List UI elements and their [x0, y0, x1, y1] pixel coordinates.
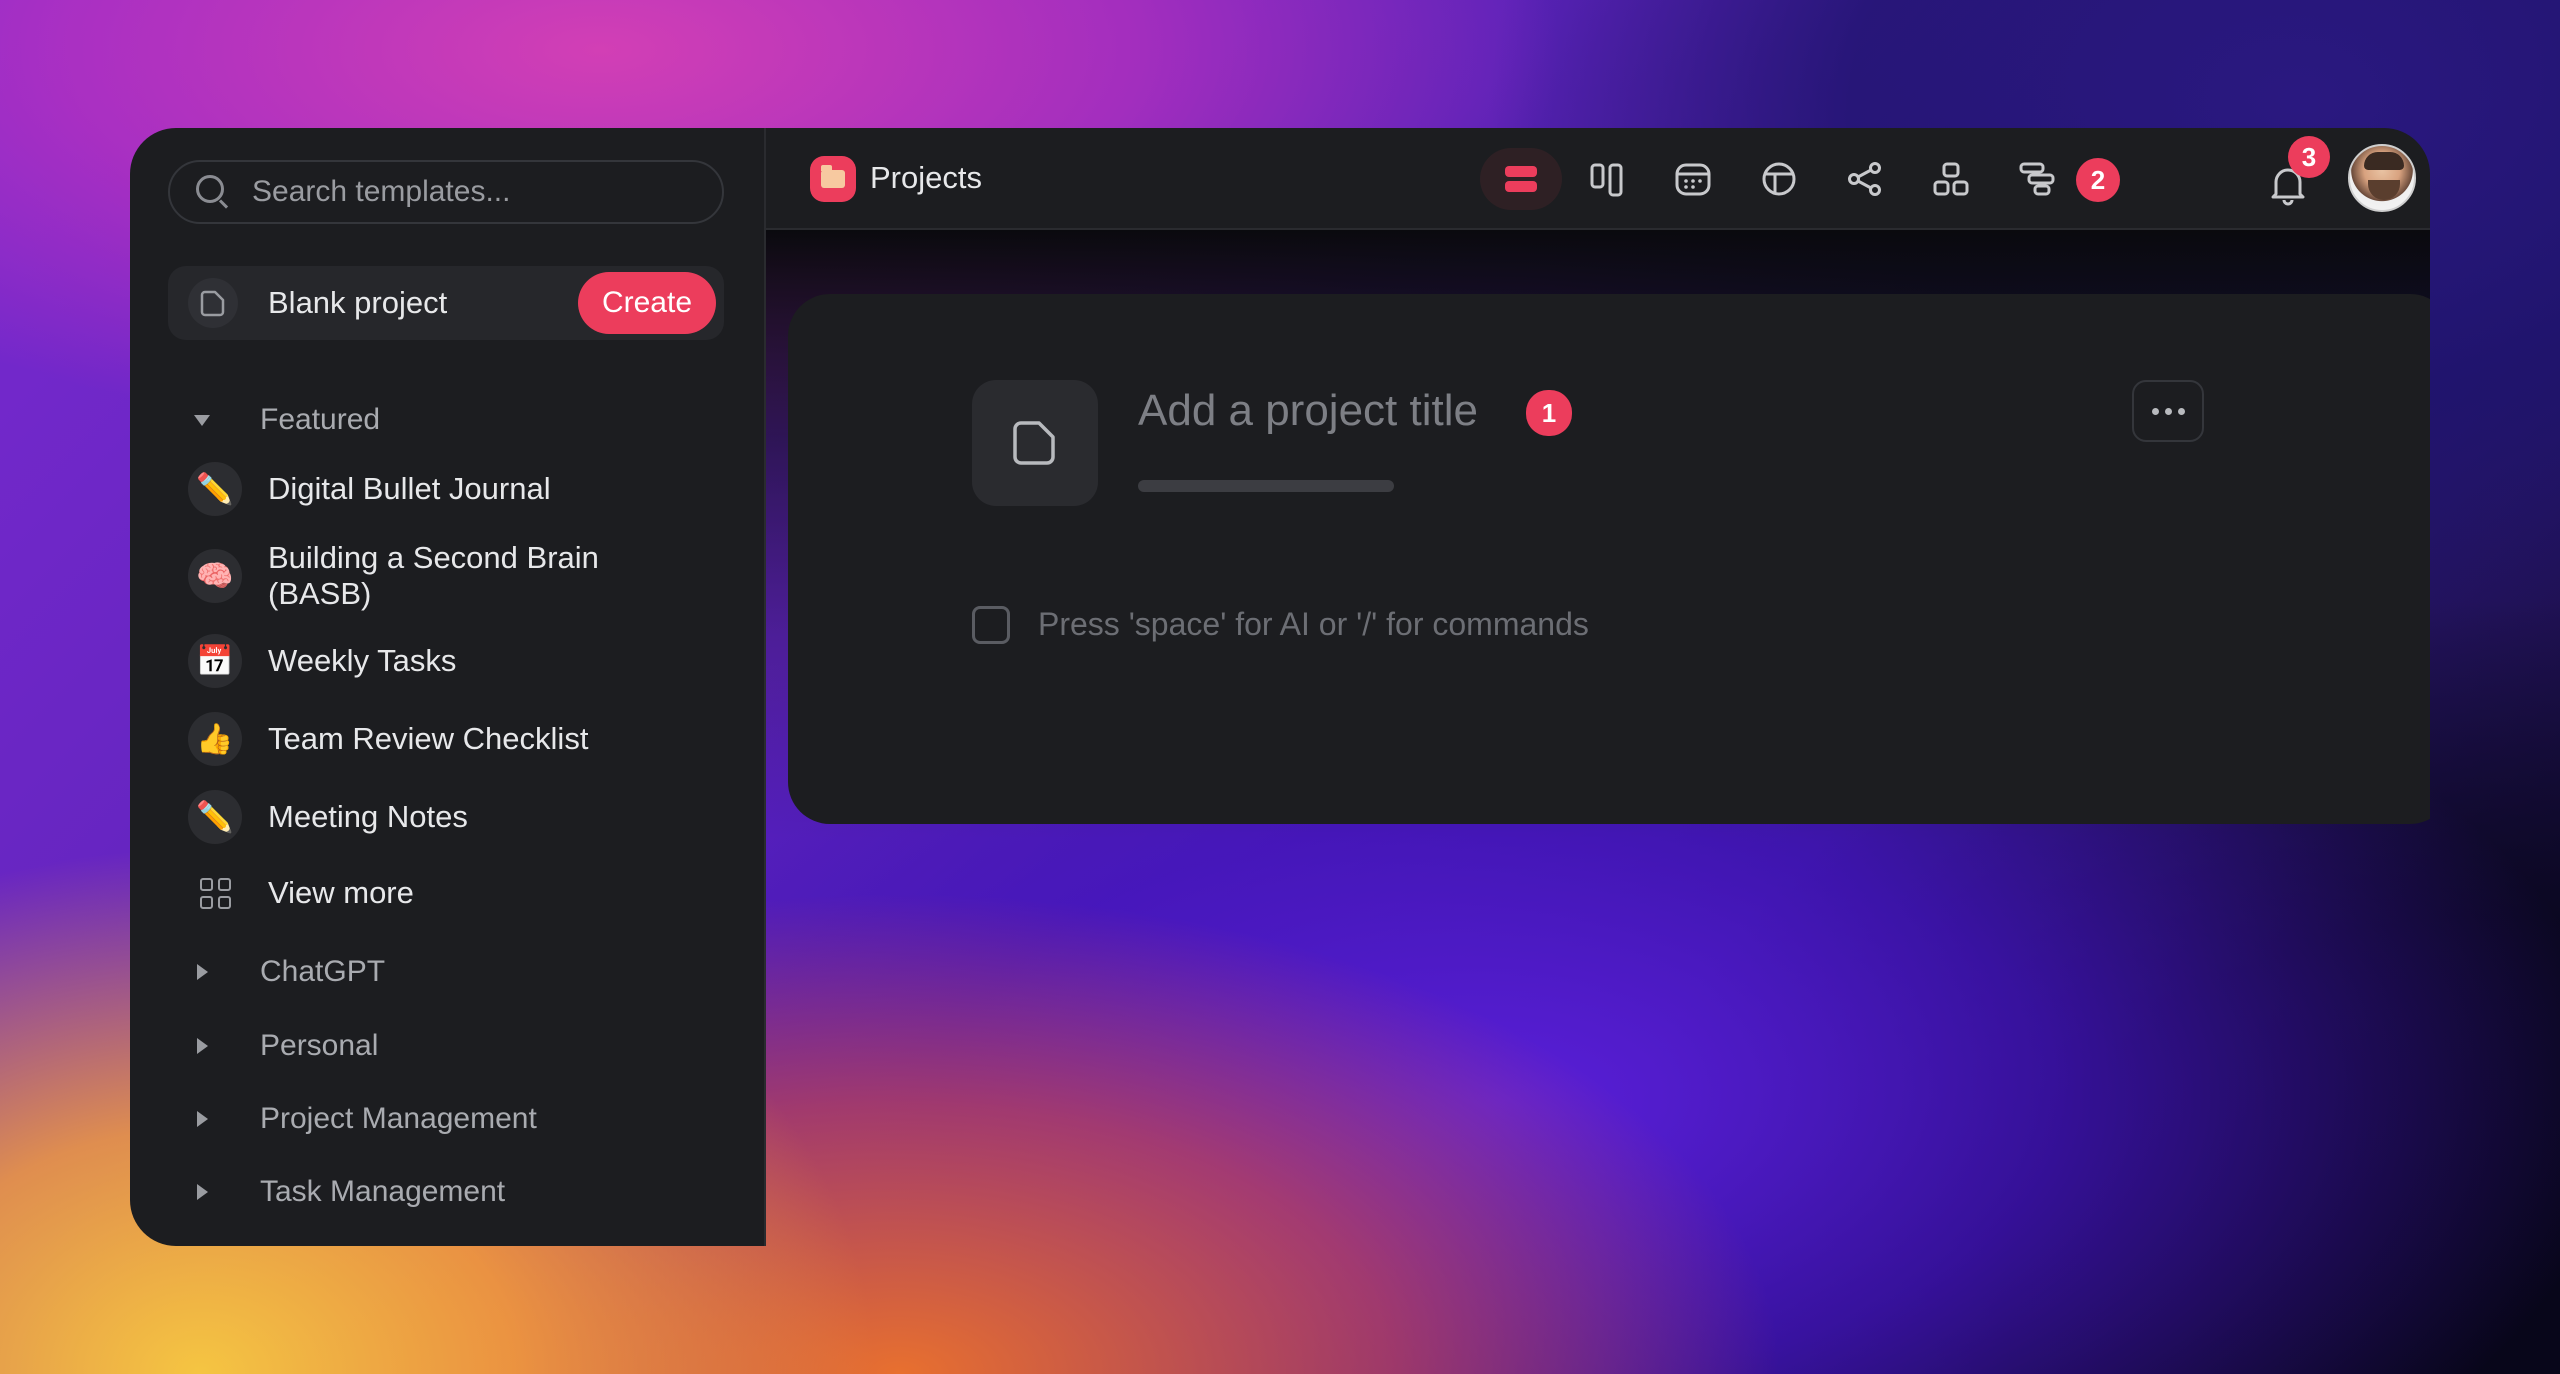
- category-label: Task Management: [260, 1175, 506, 1208]
- table-view-button[interactable]: [1738, 148, 1820, 210]
- featured-label: Featured: [260, 403, 381, 436]
- template-label: Digital Bullet Journal: [268, 471, 551, 506]
- more-options-button[interactable]: [2132, 380, 2204, 442]
- calendar-view-icon: [1675, 163, 1711, 196]
- category-personal[interactable]: Personal: [192, 1026, 378, 1066]
- title-badge: 1: [1526, 390, 1572, 436]
- project-title-input[interactable]: Add a project title: [1138, 386, 1478, 436]
- template-item-team-review[interactable]: 👍 Team Review Checklist: [188, 712, 588, 766]
- gantt-view-button[interactable]: [1996, 148, 2078, 210]
- template-label: Meeting Notes: [268, 799, 468, 834]
- mindmap-view-icon: [1848, 162, 1881, 196]
- notifications-badge: 3: [2288, 136, 2330, 178]
- folder-icon: [810, 156, 856, 202]
- pencil-icon: ✏️: [188, 462, 242, 516]
- document-icon: [1013, 421, 1055, 465]
- top-bar: Projects 2 3: [766, 128, 2430, 230]
- blank-project-label: Blank project: [268, 285, 448, 320]
- template-label: Weekly Tasks: [268, 643, 457, 678]
- category-label: Project Management: [260, 1102, 537, 1135]
- dot-icon: [2164, 407, 2172, 415]
- view-more-label: View more: [268, 875, 414, 910]
- category-task-management[interactable]: Task Management: [192, 1172, 505, 1212]
- list-view-button[interactable]: [1480, 148, 1562, 210]
- views-badge: 2: [2076, 158, 2120, 202]
- blank-project-icon: [188, 278, 238, 328]
- project-editor-card: Add a project title 1 Press 'space' for …: [788, 294, 2430, 824]
- view-more-link[interactable]: View more: [188, 866, 414, 920]
- avatar[interactable]: [2348, 144, 2416, 212]
- template-label: Building a Second Brain (BASB): [268, 540, 599, 611]
- category-label: ChatGPT: [260, 955, 386, 988]
- app-window: Blank project Create Featured ✏️ Digital…: [130, 128, 2430, 1246]
- hierarchy-view-button[interactable]: [1910, 148, 1992, 210]
- chevron-right-icon: [192, 1036, 212, 1056]
- search-icon: [196, 175, 230, 209]
- calendar-view-button[interactable]: [1652, 148, 1734, 210]
- category-label: Personal: [260, 1029, 379, 1062]
- task-checkbox[interactable]: [972, 606, 1010, 644]
- search-input[interactable]: [252, 175, 692, 209]
- brain-icon: 🧠: [188, 549, 242, 603]
- dot-icon: [2151, 407, 2159, 415]
- calendar-icon: 📅: [188, 634, 242, 688]
- template-item-second-brain[interactable]: 🧠 Building a Second Brain (BASB): [188, 540, 648, 612]
- list-view-icon: [1505, 166, 1537, 192]
- category-chatgpt[interactable]: ChatGPT: [192, 952, 385, 992]
- dot-icon: [2177, 407, 2185, 415]
- template-item-meeting-notes[interactable]: ✏️ Meeting Notes: [188, 790, 468, 844]
- chevron-right-icon: [192, 1109, 212, 1129]
- category-project-management[interactable]: Project Management: [192, 1099, 537, 1139]
- blank-project-row[interactable]: Blank project Create: [168, 266, 724, 340]
- grid-icon: [188, 866, 242, 920]
- templates-sidebar: Blank project Create Featured ✏️ Digital…: [130, 128, 766, 1246]
- chevron-right-icon: [192, 962, 212, 982]
- main-panel: Projects 2 3 Add a project title 1 Press…: [766, 128, 2430, 1246]
- create-button[interactable]: Create: [578, 272, 716, 334]
- featured-section-header[interactable]: Featured: [192, 400, 380, 440]
- table-view-icon: [1762, 162, 1796, 196]
- gantt-view-icon: [2019, 162, 2055, 196]
- chevron-right-icon: [192, 1182, 212, 1202]
- template-item-weekly-tasks[interactable]: 📅 Weekly Tasks: [188, 634, 456, 688]
- board-view-icon: [1590, 163, 1623, 197]
- task-input[interactable]: Press 'space' for AI or '/' for commands: [1038, 606, 1589, 643]
- board-view-button[interactable]: [1566, 148, 1648, 210]
- page-title: Projects: [870, 160, 982, 195]
- thumbs-up-icon: 👍: [188, 712, 242, 766]
- hierarchy-view-icon: [1933, 162, 1969, 196]
- project-icon-picker[interactable]: [972, 380, 1098, 506]
- title-progress-bar: [1138, 480, 1394, 492]
- mindmap-view-button[interactable]: [1824, 148, 1906, 210]
- template-label: Team Review Checklist: [268, 721, 589, 756]
- search-bar[interactable]: [168, 160, 724, 224]
- pencil-icon: ✏️: [188, 790, 242, 844]
- template-item-digital-bullet-journal[interactable]: ✏️ Digital Bullet Journal: [188, 462, 551, 516]
- chevron-down-icon: [192, 410, 212, 430]
